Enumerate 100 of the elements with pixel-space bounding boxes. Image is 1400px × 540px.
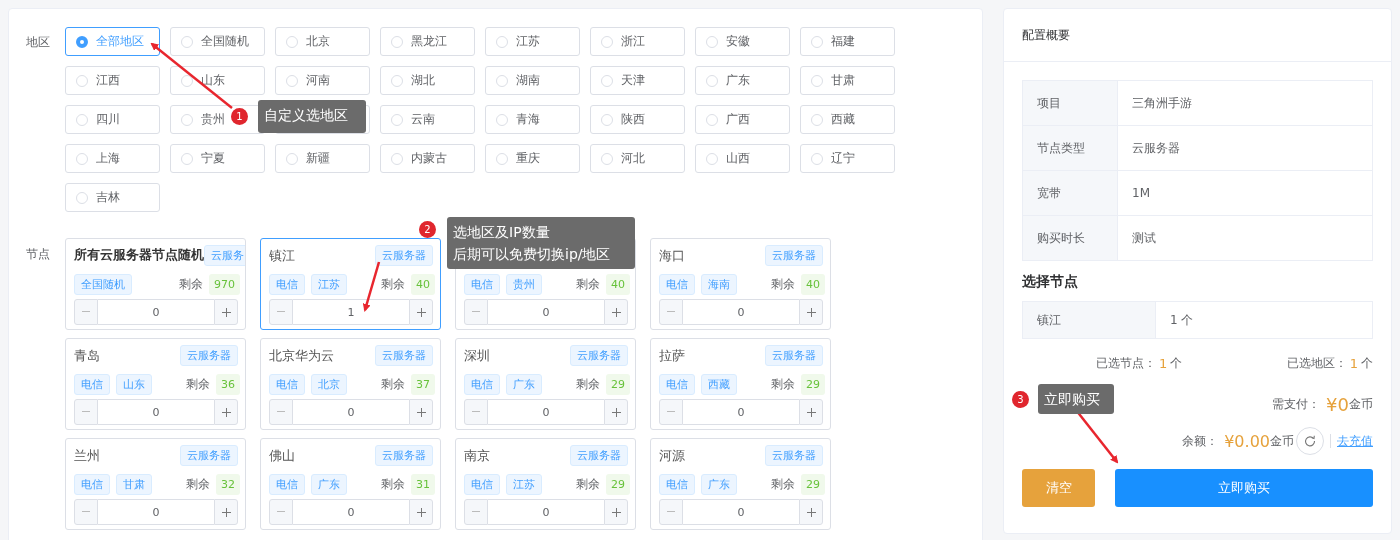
node-card[interactable]: 兰州 云服务器 电信 甘肃 剩余 32 0 [65, 438, 246, 530]
quantity-input[interactable]: 0 [488, 299, 604, 325]
region-radio[interactable]: 山东 [170, 66, 265, 95]
quantity-input[interactable]: 0 [98, 499, 214, 525]
region-radio[interactable]: 广东 [695, 66, 790, 95]
minus-icon [472, 411, 480, 413]
summary-count: 1 [1159, 356, 1168, 371]
quantity-input[interactable]: 0 [488, 499, 604, 525]
remaining-count: 40 [411, 273, 435, 295]
node-card[interactable]: 北京华为云 云服务器 电信 北京 剩余 37 0 [260, 338, 441, 430]
increment-button[interactable] [799, 299, 823, 325]
node-card[interactable]: 海口 云服务器 电信 海南 剩余 40 0 [650, 238, 831, 330]
plus-icon [611, 307, 621, 317]
node-card[interactable]: 河源 云服务器 电信 广东 剩余 29 0 [650, 438, 831, 530]
increment-button[interactable] [214, 399, 238, 425]
region-radio[interactable]: 福建 [800, 27, 895, 56]
region-radio[interactable]: 云南 [380, 105, 475, 134]
summary-label: 已选节点： [1096, 355, 1156, 372]
node-title: 北京华为云 [269, 346, 334, 365]
remaining-label: 剩余 [576, 375, 600, 393]
node-card[interactable]: 佛山 云服务器 电信 广东 剩余 31 0 [260, 438, 441, 530]
node-tag: 北京 [311, 373, 347, 395]
balance-amount: ¥0.00 [1224, 431, 1270, 451]
region-radio[interactable]: 浙江 [590, 27, 685, 56]
region-radio[interactable]: 江西 [65, 66, 160, 95]
quantity-input[interactable]: 1 [293, 299, 409, 325]
quantity-input[interactable]: 0 [683, 399, 799, 425]
node-title: 青岛 [74, 346, 100, 365]
quantity-input[interactable]: 0 [293, 399, 409, 425]
region-radio[interactable]: 辽宁 [800, 144, 895, 173]
quantity-input[interactable]: 0 [293, 499, 409, 525]
quantity-input[interactable]: 0 [98, 299, 214, 325]
remaining-label: 剩余 [771, 375, 795, 393]
quantity-input[interactable]: 0 [488, 399, 604, 425]
region-radio[interactable]: 青海 [485, 105, 580, 134]
region-radio[interactable]: 重庆 [485, 144, 580, 173]
arrow [362, 261, 381, 312]
increment-button[interactable] [214, 299, 238, 325]
region-radio[interactable]: 北京 [275, 27, 370, 56]
increment-button[interactable] [604, 499, 628, 525]
remaining-count: 29 [801, 373, 825, 395]
increment-button[interactable] [409, 299, 433, 325]
region-radio[interactable]: 河南 [275, 66, 370, 95]
quantity-input[interactable]: 0 [683, 499, 799, 525]
node-tag: 贵州 [506, 273, 542, 295]
plus-icon [221, 307, 231, 317]
region-radio[interactable]: 四川 [65, 105, 160, 134]
panel-title: 配置概要 [1022, 26, 1070, 44]
remaining-label: 剩余 [771, 275, 795, 293]
remaining-label: 剩余 [186, 375, 210, 393]
region-radio[interactable]: 内蒙古 [380, 144, 475, 173]
type-tag: 云服务器 [570, 445, 628, 466]
remaining-count: 29 [801, 473, 825, 495]
region-radio[interactable]: 河北 [590, 144, 685, 173]
increment-button[interactable] [604, 399, 628, 425]
region-radio[interactable]: 黑龙江 [380, 27, 475, 56]
region-radio[interactable]: 山西 [695, 144, 790, 173]
node-title: 兰州 [74, 446, 100, 465]
quantity-input[interactable]: 0 [98, 399, 214, 425]
quantity-input[interactable]: 0 [683, 299, 799, 325]
plus-icon [806, 507, 816, 517]
region-radio[interactable]: 全国随机 [170, 27, 265, 56]
region-radio[interactable]: 新疆 [275, 144, 370, 173]
increment-button[interactable] [214, 499, 238, 525]
node-tag: 全国随机 [74, 273, 132, 295]
node-card[interactable]: 青岛 云服务器 电信 山东 剩余 36 0 [65, 338, 246, 430]
node-card[interactable]: 南京 云服务器 电信 江苏 剩余 29 0 [455, 438, 636, 530]
unit-label: 金币 [1349, 396, 1373, 413]
region-radio[interactable]: 天津 [590, 66, 685, 95]
node-tag: 电信 [659, 273, 695, 295]
node-card[interactable]: 所有云服务器节点随机 云服务 全国随机 剩余 970 0 [65, 238, 246, 330]
region-radio[interactable]: 甘肃 [800, 66, 895, 95]
increment-button[interactable] [799, 499, 823, 525]
increment-button[interactable] [409, 499, 433, 525]
type-tag: 云服务器 [570, 345, 628, 366]
table-cell: 购买时长 [1022, 215, 1118, 261]
increment-button[interactable] [604, 299, 628, 325]
region-radio[interactable]: 宁夏 [170, 144, 265, 173]
region-radio[interactable]: 上海 [65, 144, 160, 173]
region-radio[interactable]: 湖北 [380, 66, 475, 95]
remaining-count: 36 [216, 373, 240, 395]
type-tag: 云服务器 [765, 445, 823, 466]
increment-button[interactable] [409, 399, 433, 425]
region-radio[interactable]: 湖南 [485, 66, 580, 95]
table-cell: 三角洲手游 [1117, 80, 1373, 126]
region-radio[interactable]: 西藏 [800, 105, 895, 134]
increment-button[interactable] [799, 399, 823, 425]
node-card[interactable]: 深圳 云服务器 电信 广东 剩余 29 0 [455, 338, 636, 430]
node-card[interactable]: 镇江 云服务器 电信 江苏 剩余 40 1 [260, 238, 441, 330]
hint-tooltip: 自定义选地区 [258, 100, 366, 133]
remaining-label: 剩余 [186, 475, 210, 493]
region-radio[interactable]: 安徽 [695, 27, 790, 56]
node-card[interactable]: 拉萨 云服务器 电信 西藏 剩余 29 0 [650, 338, 831, 430]
region-radio[interactable]: 江苏 [485, 27, 580, 56]
region-radio[interactable]: 陕西 [590, 105, 685, 134]
node-tag: 江苏 [311, 273, 347, 295]
region-radio[interactable]: 吉林 [65, 183, 160, 212]
unit-label: 金币 [1270, 432, 1294, 450]
region-radio[interactable]: 广西 [695, 105, 790, 134]
remaining-count: 29 [606, 473, 630, 495]
